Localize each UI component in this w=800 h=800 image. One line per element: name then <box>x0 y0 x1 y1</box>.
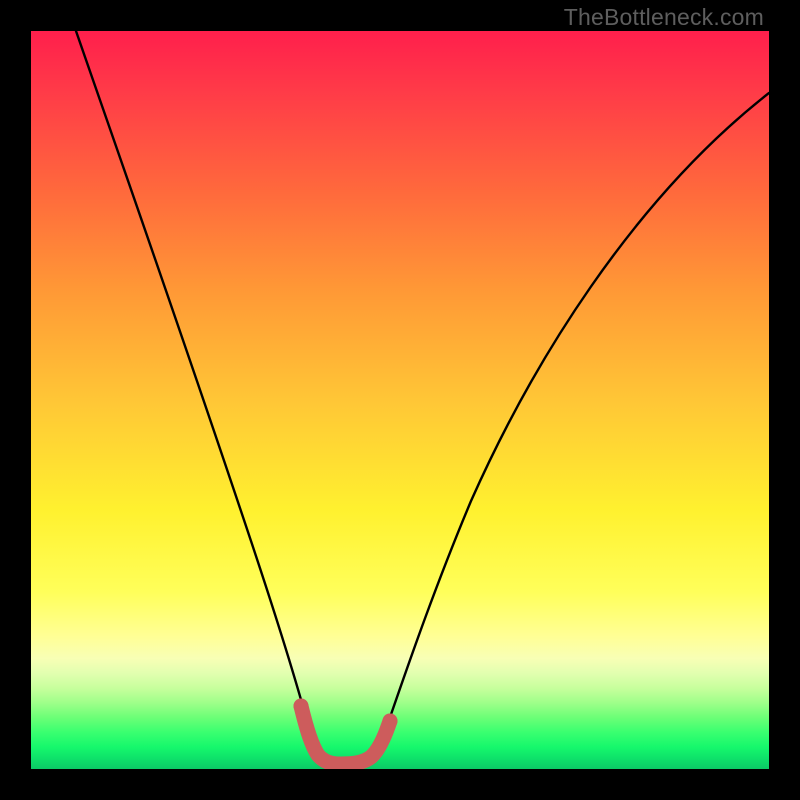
curve-layer <box>31 31 769 769</box>
watermark-text: TheBottleneck.com <box>564 4 764 31</box>
bottleneck-curve-line <box>76 31 769 762</box>
chart-frame: TheBottleneck.com <box>0 0 800 800</box>
optimal-zone-start-dot <box>294 699 309 714</box>
optimal-zone-end-dot <box>383 714 398 729</box>
optimal-zone-highlight <box>301 706 390 764</box>
plot-area <box>31 31 769 769</box>
